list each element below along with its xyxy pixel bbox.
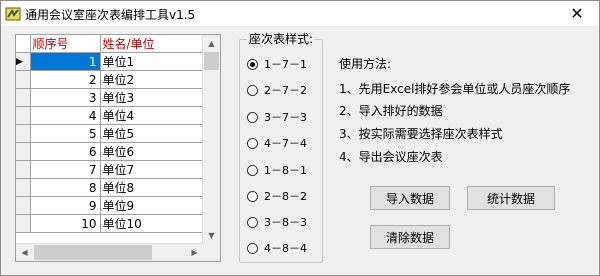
name-cell[interactable]: 单位9 — [100, 196, 206, 215]
row-indicator[interactable] — [16, 88, 31, 107]
close-button[interactable]: ✕ — [555, 1, 599, 26]
name-cell[interactable]: 单位10 — [100, 214, 206, 233]
radio-button-icon[interactable] — [247, 190, 258, 202]
instruction-step-2: 2、导入排好的数据 — [339, 104, 443, 118]
app-icon — [5, 7, 21, 21]
table-row[interactable]: 8 单位8 — [16, 178, 206, 197]
seq-cell[interactable]: 5 — [30, 124, 101, 143]
scrollbar-corner — [203, 244, 220, 261]
table-row[interactable]: 7 单位7 — [16, 160, 206, 179]
instruction-step-1: 1、先用Excel排好参会单位或人员座次顺序 — [339, 82, 571, 96]
radio-button-icon[interactable] — [247, 84, 258, 96]
row-indicator[interactable] — [16, 106, 31, 125]
seq-cell[interactable]: 4 — [30, 106, 101, 125]
style-option-label: 2－7－2 — [264, 84, 307, 97]
import-data-button[interactable]: 导入数据 — [370, 186, 450, 210]
vertical-scroll-thumb[interactable] — [204, 52, 219, 70]
radio-button-icon[interactable] — [247, 58, 258, 70]
seq-cell[interactable]: 6 — [30, 142, 101, 161]
style-option-label: 3－7－3 — [264, 111, 307, 124]
table-row[interactable]: ▶ 1 单位1 — [16, 52, 206, 71]
name-cell[interactable]: 单位3 — [100, 88, 206, 107]
row-indicator[interactable] — [16, 214, 31, 233]
table-row[interactable]: 5 单位5 — [16, 124, 206, 143]
scroll-up-icon[interactable]: ▲ — [203, 35, 220, 52]
name-cell[interactable]: 单位1 — [100, 52, 206, 71]
radio-button-icon[interactable] — [247, 216, 258, 228]
horizontal-scrollbar[interactable]: ◀ ▶ — [16, 243, 203, 261]
column-header-name[interactable]: 姓名/单位 — [100, 35, 206, 53]
style-option-label: 3－8－3 — [264, 216, 307, 229]
table-row[interactable]: 4 单位4 — [16, 106, 206, 125]
style-option-3[interactable]: 3－7－3 — [247, 109, 307, 125]
vertical-scrollbar[interactable]: ▲ ▼ — [202, 35, 220, 244]
scroll-down-icon[interactable]: ▼ — [203, 227, 220, 244]
seq-cell[interactable]: 3 — [30, 88, 101, 107]
name-cell[interactable]: 单位2 — [100, 70, 206, 89]
instruction-step-3: 3、按实际需要选择座次表样式 — [339, 127, 503, 141]
style-option-7[interactable]: 3－8－3 — [247, 214, 307, 230]
seq-cell[interactable]: 10 — [30, 214, 101, 233]
window-title: 通用会议室座次表编排工具v1.5 — [25, 8, 196, 22]
radio-button-icon[interactable] — [247, 137, 258, 149]
name-cell[interactable]: 单位5 — [100, 124, 206, 143]
radio-button-icon[interactable] — [247, 164, 258, 176]
seq-cell[interactable]: 2 — [30, 70, 101, 89]
style-option-label: 4－8－4 — [264, 242, 307, 255]
table-row[interactable]: 3 单位3 — [16, 88, 206, 107]
table-row[interactable]: 6 单位6 — [16, 142, 206, 161]
style-option-2[interactable]: 2－7－2 — [247, 82, 307, 98]
clear-data-button[interactable]: 清除数据 — [370, 225, 450, 249]
grid-table: 顺序号 姓名/单位 ▶ 1 单位1 2 单位2 3 单位3 4 单位4 5 单位5 6 单位6 7 单位7 8… — [16, 35, 206, 233]
instructions-title: 使用方法: — [339, 57, 392, 71]
close-icon: ✕ — [570, 4, 584, 23]
style-option-label: 1－7－1 — [264, 58, 307, 71]
style-option-1[interactable]: 1－7－1 — [247, 56, 307, 72]
name-cell[interactable]: 单位7 — [100, 160, 206, 179]
row-indicator[interactable] — [16, 142, 31, 161]
radio-button-icon[interactable] — [247, 242, 258, 254]
scroll-left-icon[interactable]: ◀ — [16, 244, 33, 261]
row-indicator[interactable] — [16, 124, 31, 143]
table-row[interactable]: 9 单位9 — [16, 196, 206, 215]
style-option-label: 1－8－1 — [264, 164, 307, 177]
style-option-4[interactable]: 4－7－4 — [247, 135, 307, 151]
style-option-8[interactable]: 4－8－4 — [247, 240, 307, 256]
seating-style-legend: 座次表样式: — [247, 30, 316, 47]
title-bar: 通用会议室座次表编排工具v1.5 ✕ — [1, 1, 599, 26]
row-indicator[interactable]: ▶ — [16, 52, 31, 71]
style-option-label: 4－7－4 — [264, 137, 307, 150]
seq-cell[interactable]: 7 — [30, 160, 101, 179]
horizontal-scroll-thumb[interactable] — [34, 245, 152, 260]
radio-button-icon[interactable] — [247, 111, 258, 123]
name-cell[interactable]: 单位8 — [100, 178, 206, 197]
style-option-6[interactable]: 2－8－2 — [247, 188, 307, 204]
seq-cell[interactable]: 8 — [30, 178, 101, 197]
seq-cell[interactable]: 9 — [30, 196, 101, 215]
row-indicator-header — [16, 35, 31, 53]
column-header-seq[interactable]: 顺序号 — [30, 35, 101, 53]
row-indicator[interactable] — [16, 160, 31, 179]
instruction-step-4: 4、导出会议座次表 — [339, 150, 443, 164]
style-option-label: 2－8－2 — [264, 190, 307, 203]
stats-data-button[interactable]: 统计数据 — [467, 186, 555, 210]
style-option-5[interactable]: 1－8－1 — [247, 162, 307, 178]
seq-cell[interactable]: 1 — [30, 52, 101, 71]
main-window: 通用会议室座次表编排工具v1.5 ✕ 顺序号 姓名/单位 ▶ 1 单位1 2 单位2 3 单… — [0, 0, 600, 276]
data-grid[interactable]: 顺序号 姓名/单位 ▶ 1 单位1 2 单位2 3 单位3 4 单位4 5 单位5 6 单位6 7 单位7 8… — [15, 34, 221, 262]
name-cell[interactable]: 单位4 — [100, 106, 206, 125]
row-indicator[interactable] — [16, 70, 31, 89]
scroll-right-icon[interactable]: ▶ — [186, 244, 203, 261]
name-cell[interactable]: 单位6 — [100, 142, 206, 161]
row-indicator[interactable] — [16, 178, 31, 197]
row-indicator[interactable] — [16, 196, 31, 215]
table-row[interactable]: 10 单位10 — [16, 214, 206, 233]
table-row[interactable]: 2 单位2 — [16, 70, 206, 89]
